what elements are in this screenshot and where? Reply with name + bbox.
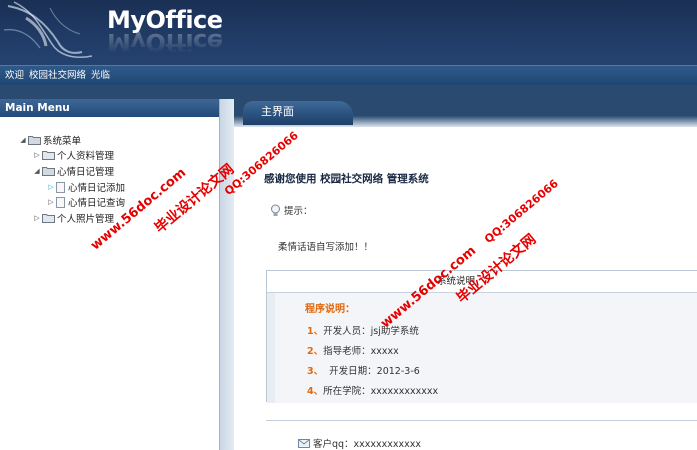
logo-swirl-icon: [3, 1, 93, 58]
program-label: 程序说明：: [305, 304, 355, 315]
tree-item-label: 心情日记管理: [57, 167, 115, 178]
tree-item-label: 系统菜单: [43, 136, 82, 147]
expanded-arrow-icon[interactable]: ◢: [32, 167, 42, 175]
page-title: 感谢您使用 校园社交网络 管理系统: [264, 173, 429, 185]
welcome-word-2: 光临: [91, 70, 111, 81]
expanded-arrow-icon[interactable]: ◢: [18, 136, 28, 144]
tree-item-label: 个人照片管理: [57, 214, 115, 225]
tab-home[interactable]: 主界面: [243, 101, 353, 125]
tip-row: 提示：: [270, 203, 313, 217]
sidebar-title: Main Menu: [0, 99, 219, 117]
lightbulb-icon: [271, 204, 280, 216]
folder-icon: [42, 151, 55, 160]
contact-row: 客户qq：xxxxxxxxxxxx: [298, 436, 421, 450]
tab-strip: 主界面: [234, 99, 697, 127]
document-icon: [56, 196, 65, 208]
tree-item-diary[interactable]: ◢ 心情日记管理: [32, 164, 114, 178]
tree-item-photos[interactable]: ▷ 个人照片管理: [32, 211, 114, 225]
tree-item-label: 个人资料管理: [57, 151, 115, 162]
panel-gutter: [220, 99, 234, 450]
menu-tree: ◢ 系统菜单 ▷ 个人资料管理 ◢ 心情日记管理 ▷ 心情日记添加 ▷ 心情日记…: [0, 117, 219, 225]
collapsed-arrow-icon[interactable]: ▷: [32, 151, 42, 159]
logo-text: MyOffice: [107, 6, 223, 34]
folder-open-icon: [42, 167, 55, 176]
app-header: MyOffice MyOffice: [0, 0, 697, 65]
folder-icon: [42, 214, 55, 223]
info-row-developer: 1、开发人员：jsj助学系统: [307, 326, 419, 337]
folder-open-icon: [28, 136, 41, 145]
contact-qq: 客户qq：xxxxxxxxxxxx: [313, 439, 422, 450]
tree-item-label: 心情日记查询: [68, 198, 126, 209]
info-row-college: 4、所在学院：xxxxxxxxxxxx: [307, 386, 439, 397]
welcome-word-1: 欢迎: [5, 70, 25, 81]
tip-label: 提示：: [284, 206, 313, 217]
content-divider: [266, 420, 697, 421]
tree-item-diary-query[interactable]: ▷ 心情日记查询: [46, 195, 125, 209]
collapsed-arrow-icon[interactable]: ▷: [32, 214, 42, 222]
tree-item-profile[interactable]: ▷ 个人资料管理: [32, 148, 114, 162]
main-panel: 主界面 感谢您使用 校园社交网络 管理系统 提示： 柔情话语自写添加！！ 系统说…: [234, 99, 697, 450]
mail-icon: [298, 438, 310, 448]
info-row-date: 3、 开发日期：2012-3-6: [307, 366, 420, 377]
tree-item-label: 心情日记添加: [68, 183, 126, 194]
info-row-advisor: 2、指导老师：xxxxx: [307, 346, 399, 357]
logo-reflection: MyOffice: [107, 31, 223, 53]
system-info-body: 程序说明： 1、开发人员：jsj助学系统 2、指导老师：xxxxx 3、 开发日…: [267, 293, 697, 403]
leaf-arrow-icon: ▷: [48, 198, 54, 206]
welcome-site-name: 校园社交网络: [29, 70, 87, 81]
welcome-bar: 欢迎 校园社交网络 光临: [0, 65, 697, 85]
tree-item-diary-add[interactable]: ▷ 心情日记添加: [46, 180, 125, 194]
header-spacer: [0, 85, 697, 99]
motto-text: 柔情话语自写添加！！: [278, 242, 374, 253]
active-arrow-icon: ▷: [48, 183, 54, 191]
tree-item-system-menu[interactable]: ◢ 系统菜单: [18, 133, 81, 147]
document-icon: [56, 181, 65, 193]
sidebar: Main Menu ◢ 系统菜单 ▷ 个人资料管理 ◢ 心情日记管理 ▷ 心情日…: [0, 99, 220, 450]
